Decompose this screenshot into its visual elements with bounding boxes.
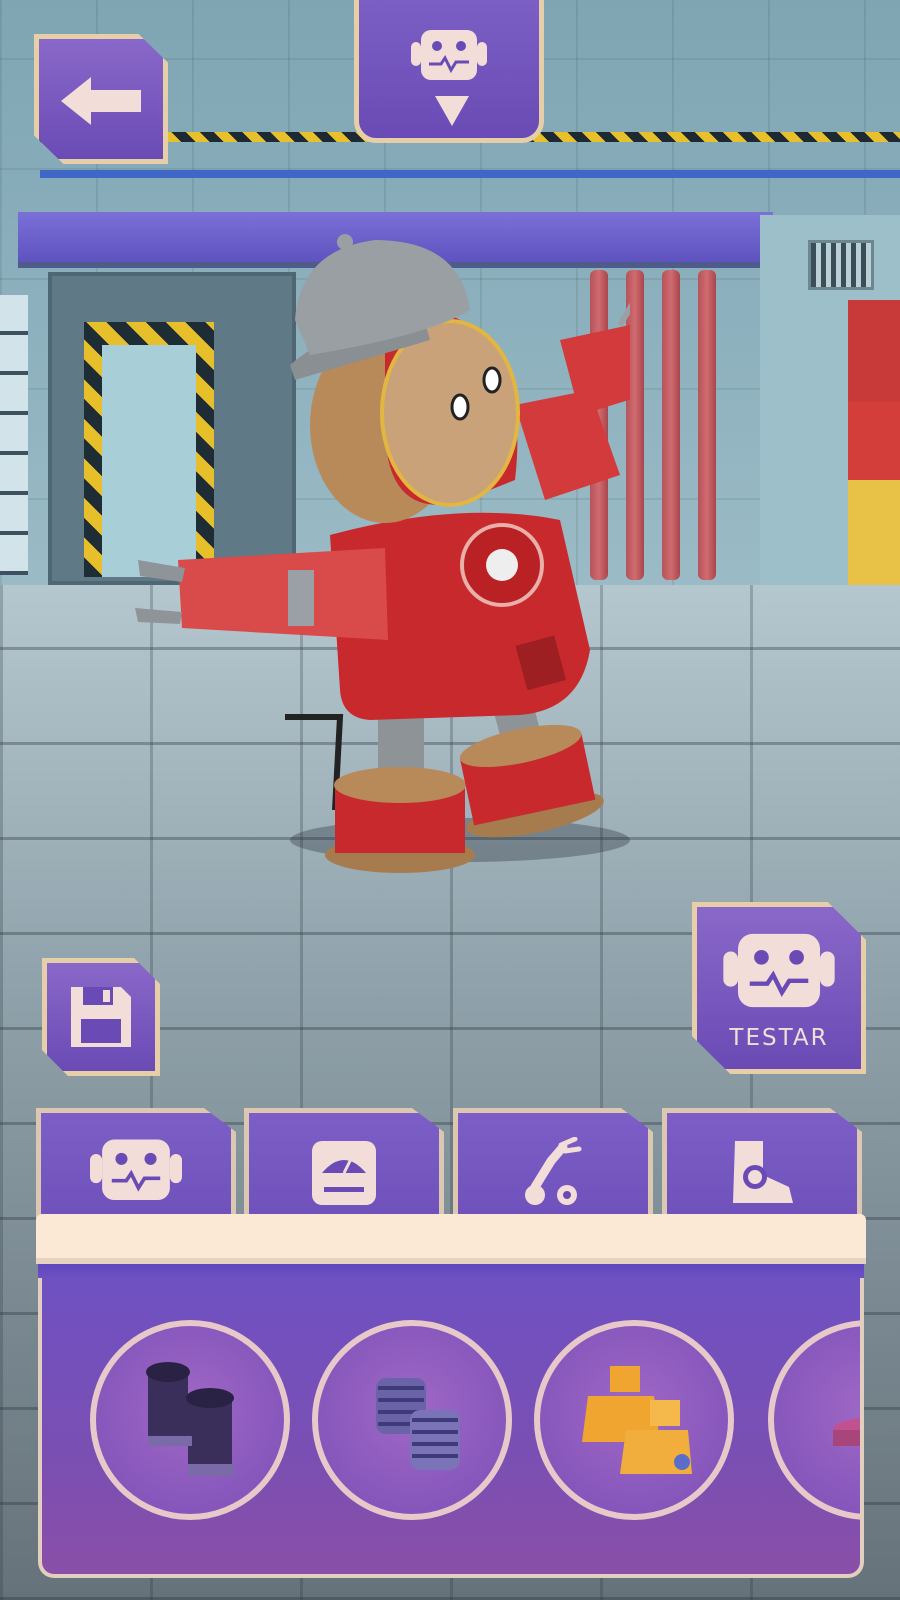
- triangle-down-icon: [435, 96, 469, 126]
- game-scene: TESTAR: [0, 0, 900, 1600]
- arrow-left-icon: [61, 77, 141, 125]
- purple-spring-legs-icon: [376, 1378, 460, 1470]
- gauge-body-icon: [312, 1141, 376, 1205]
- robot-character[interactable]: [130, 230, 630, 880]
- robot-head-icon: [723, 933, 835, 1008]
- left-window: [0, 295, 28, 575]
- part-item-leg-purple-springs[interactable]: [312, 1320, 512, 1520]
- robot-head-icon: [90, 1139, 182, 1201]
- wall-vent: [808, 240, 874, 290]
- part-item-leg-orange-blocks[interactable]: [534, 1320, 734, 1520]
- test-button[interactable]: TESTAR: [692, 902, 866, 1074]
- tab-selection-strip: [36, 1214, 866, 1264]
- save-button[interactable]: [42, 958, 160, 1076]
- striped-column: [848, 300, 900, 590]
- part-item-leg-pink-pistons[interactable]: [768, 1320, 860, 1520]
- dark-cylinder-legs-icon: [146, 1362, 234, 1476]
- blue-rail: [40, 170, 900, 178]
- part-item-leg-dark-cylinders[interactable]: [90, 1320, 290, 1520]
- orange-block-legs-icon: [582, 1366, 692, 1474]
- parts-panel[interactable]: [38, 1278, 864, 1578]
- test-button-label: TESTAR: [729, 1025, 829, 1051]
- floppy-disk-icon: [71, 987, 131, 1047]
- pink-piston-legs-icon: [833, 1418, 860, 1446]
- head-selector-button[interactable]: [354, 0, 544, 143]
- robot-arm-icon: [525, 1137, 582, 1205]
- boot-icon: [733, 1141, 793, 1203]
- back-button[interactable]: [34, 34, 168, 164]
- robot-head-icon: [411, 30, 487, 80]
